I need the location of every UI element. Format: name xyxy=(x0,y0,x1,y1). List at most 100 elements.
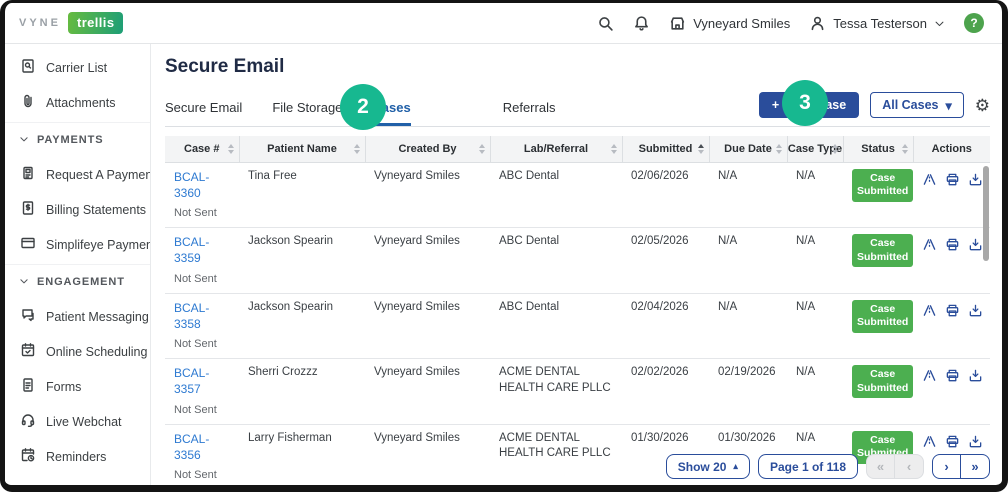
status-badge: Case Submitted xyxy=(852,169,913,202)
created-by-cell: Vyneyard Smiles xyxy=(365,228,490,294)
column-header-case-number[interactable]: Case # xyxy=(165,136,239,162)
column-header-due-date[interactable]: Due Date xyxy=(709,136,787,162)
column-header-submitted[interactable]: Submitted xyxy=(622,136,709,162)
table-row[interactable]: BCAL-3358 Not Sent Jackson Spearin Vyney… xyxy=(165,293,990,359)
case-cell: BCAL-3360 Not Sent xyxy=(165,162,239,228)
print-case-icon[interactable] xyxy=(945,172,960,193)
sidebar-item-request-a-payment[interactable]: Request A Payment xyxy=(5,157,150,192)
submitted-cell: 02/06/2026 xyxy=(622,162,709,228)
print-case-icon[interactable] xyxy=(945,368,960,389)
case-number-link[interactable]: BCAL-3360 xyxy=(174,169,231,201)
last-page-button[interactable]: » xyxy=(961,454,990,479)
column-header-patient-name[interactable]: Patient Name xyxy=(239,136,365,162)
case-number-link[interactable]: BCAL-3356 xyxy=(174,431,231,463)
view-case-icon[interactable] xyxy=(922,368,937,389)
sort-icon xyxy=(698,144,704,154)
sidebar-item-forms[interactable]: Forms xyxy=(5,369,150,404)
view-case-icon[interactable] xyxy=(922,172,937,193)
sidebar-item-campaigns[interactable]: Campaigns xyxy=(5,474,150,485)
due-date-cell: N/A xyxy=(709,228,787,294)
download-case-icon[interactable] xyxy=(968,434,983,455)
sidebar-item-label: Patient Messaging xyxy=(46,310,149,324)
patient-name-cell: Jackson Spearin xyxy=(239,228,365,294)
caret-up-icon: ▴ xyxy=(733,461,738,472)
print-case-icon[interactable] xyxy=(945,303,960,324)
cases-table: Case # Patient Name Created By Lab/Refer… xyxy=(165,136,990,492)
sidebar-item-label: Online Scheduling xyxy=(46,345,147,359)
sidebar-item-billing-statements[interactable]: Billing Statements xyxy=(5,192,150,227)
table-header-row: Case # Patient Name Created By Lab/Refer… xyxy=(165,136,990,162)
sidebar-section-payments[interactable]: PAYMENTS xyxy=(5,122,150,157)
page-indicator-button[interactable]: Page 1 of 118 xyxy=(758,454,858,479)
sidebar-item-live-webchat[interactable]: Live Webchat xyxy=(5,404,150,439)
top-bar-right: Vyneyard Smiles Tessa Testerson ? xyxy=(597,13,984,33)
practice-selector[interactable]: Vyneyard Smiles xyxy=(669,15,790,32)
table-row[interactable]: BCAL-3360 Not Sent Tina Free Vyneyard Sm… xyxy=(165,162,990,228)
status-badge: Case Submitted xyxy=(852,300,913,333)
view-case-icon[interactable] xyxy=(922,303,937,324)
caret-down-icon: ▾ xyxy=(945,98,951,113)
download-case-icon[interactable] xyxy=(968,303,983,324)
case-number-link[interactable]: BCAL-3357 xyxy=(174,365,231,397)
sort-icon xyxy=(611,144,617,154)
sidebar-item-reminders[interactable]: Reminders xyxy=(5,439,150,474)
status-cell: Case Submitted xyxy=(843,359,913,425)
search-icon[interactable] xyxy=(597,15,614,32)
chevron-down-icon xyxy=(19,134,29,147)
sidebar-item-simplifeye-payments[interactable]: Simplifeye Payments xyxy=(5,227,150,262)
trellis-logo-badge: trellis xyxy=(68,12,123,34)
download-case-icon[interactable] xyxy=(968,172,983,193)
previous-page-button[interactable]: ‹ xyxy=(895,454,924,479)
view-case-icon[interactable] xyxy=(922,434,937,455)
sidebar-item-patient-messaging[interactable]: Patient Messaging xyxy=(5,299,150,334)
download-case-icon[interactable] xyxy=(968,368,983,389)
user-menu[interactable]: Tessa Testerson xyxy=(809,15,945,32)
help-button[interactable]: ? xyxy=(964,13,984,33)
megaphone-icon xyxy=(20,482,36,485)
case-number-link[interactable]: BCAL-3359 xyxy=(174,234,231,266)
view-case-icon[interactable] xyxy=(922,237,937,258)
created-by-cell: Vyneyard Smiles xyxy=(365,424,490,490)
column-header-status[interactable]: Status xyxy=(843,136,913,162)
sidebar-item-label: Carrier List xyxy=(46,61,107,75)
table-scrollbar-thumb[interactable] xyxy=(983,166,989,261)
carrier-list-icon xyxy=(20,58,36,77)
case-cell: BCAL-3356 Not Sent xyxy=(165,424,239,490)
table-settings-gear-icon[interactable]: ⚙ xyxy=(975,97,990,114)
first-page-button[interactable]: « xyxy=(866,454,895,479)
sidebar-item-label: Request A Payment xyxy=(46,168,151,182)
status-badge: Case Submitted xyxy=(852,234,913,267)
print-case-icon[interactable] xyxy=(945,237,960,258)
download-case-icon[interactable] xyxy=(968,237,983,258)
case-number-link[interactable]: BCAL-3358 xyxy=(174,300,231,332)
pagination-back-group: « ‹ xyxy=(866,454,924,479)
sidebar-item-label: Reminders xyxy=(46,450,106,464)
tab-referrals[interactable]: Referrals xyxy=(503,100,556,126)
due-date-cell: N/A xyxy=(709,162,787,228)
next-page-button[interactable]: › xyxy=(932,454,961,479)
notifications-bell-icon[interactable] xyxy=(633,15,650,32)
sort-icon xyxy=(228,144,234,154)
sidebar: Carrier List Attachments PAYMENTS Reques… xyxy=(5,44,151,485)
sidebar-section-engagement[interactable]: ENGAGEMENT xyxy=(5,264,150,299)
sidebar-item-label: Simplifeye Payments xyxy=(46,238,151,252)
actions-cell xyxy=(913,162,990,228)
annotation-step-2: 2 xyxy=(340,84,386,130)
print-case-icon[interactable] xyxy=(945,434,960,455)
tab-secure-email[interactable]: Secure Email xyxy=(165,100,242,126)
table-row[interactable]: BCAL-3359 Not Sent Jackson Spearin Vyney… xyxy=(165,228,990,294)
column-header-created-by[interactable]: Created By xyxy=(365,136,490,162)
sidebar-item-carrier-list[interactable]: Carrier List xyxy=(5,50,150,85)
column-header-case-type[interactable]: Case Type xyxy=(787,136,843,162)
page-size-button[interactable]: Show 20 ▴ xyxy=(666,454,750,479)
status-cell: Case Submitted xyxy=(843,162,913,228)
payment-terminal-icon xyxy=(20,165,36,184)
table-row[interactable]: BCAL-3357 Not Sent Sherri Crozzz Vyneyar… xyxy=(165,359,990,425)
column-header-lab-referral[interactable]: Lab/Referral xyxy=(490,136,622,162)
pagination-forward-group: › » xyxy=(932,454,990,479)
all-cases-filter-button[interactable]: All Cases ▾ xyxy=(870,92,964,118)
tab-file-storage[interactable]: File Storage xyxy=(272,100,342,126)
sidebar-item-online-scheduling[interactable]: Online Scheduling xyxy=(5,334,150,369)
sidebar-item-attachments[interactable]: Attachments xyxy=(5,85,150,120)
sort-icon xyxy=(776,144,782,154)
